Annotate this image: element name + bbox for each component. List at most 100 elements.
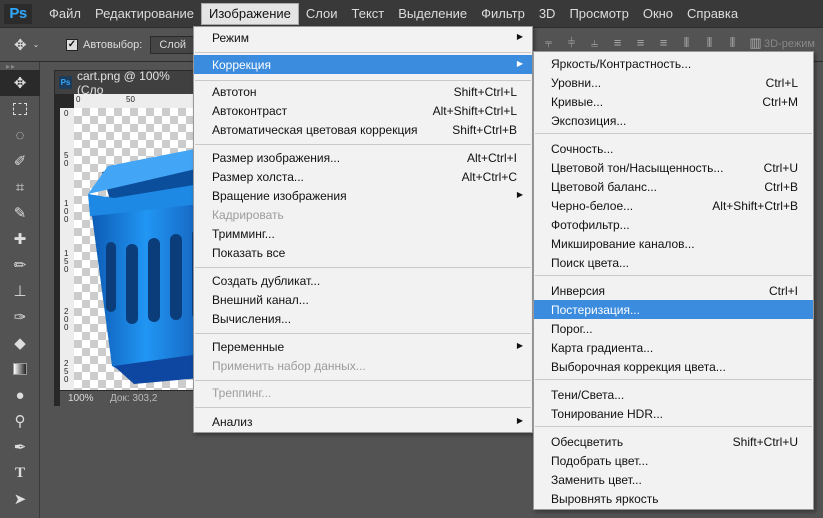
panel-grip[interactable]: ▸▸ [0, 62, 39, 71]
pen-tool-icon[interactable]: ✒ [0, 434, 40, 460]
menu-item-posterize[interactable]: Постеризация... [534, 300, 813, 319]
menu-item-duplicate[interactable]: Создать дубликат... [194, 271, 532, 290]
menu-item-curves[interactable]: Кривые... Ctrl+M [534, 92, 813, 111]
menu-item-levels[interactable]: Уровни... Ctrl+L [534, 73, 813, 92]
auto-select-checkbox[interactable]: ✓ [66, 38, 78, 51]
menu-item-exposure[interactable]: Экспозиция... [534, 111, 813, 130]
blur-tool-icon[interactable]: ● [0, 382, 40, 408]
menu-item-rotation[interactable]: Вращение изображения ▶ [194, 186, 532, 205]
menu-item-replace-color[interactable]: Заменить цвет... [534, 470, 813, 489]
menu-item-gradient-map[interactable]: Карта градиента... [534, 338, 813, 357]
distribute-right-icon[interactable]: ⦀ [724, 34, 741, 51]
menu-item-mode[interactable]: Режим ▶ [194, 28, 532, 47]
menu-item-canvas-size[interactable]: Размер холста... Alt+Ctrl+C [194, 167, 532, 186]
menu-layer[interactable]: Слои [299, 3, 345, 25]
align-icons: ⫧ ⫩ ⫨ ≡ ≡ ≡ ⦀ ⦀ ⦀ ▥ [540, 34, 764, 51]
menu-item-selective-color[interactable]: Выборочная коррекция цвета... [534, 357, 813, 376]
menu-item-auto-contrast[interactable]: Автоконтраст Alt+Shift+Ctrl+L [194, 101, 532, 120]
align-vcenter-icon[interactable]: ⫩ [563, 34, 580, 51]
ruler-vertical: 0 5 0 1 0 0 1 5 0 2 0 0 2 5 0 [60, 108, 74, 390]
menu-item-desaturate[interactable]: Обесцветить Shift+Ctrl+U [534, 432, 813, 451]
menu-item-analysis[interactable]: Анализ ▶ [194, 412, 532, 431]
move-tool-preset[interactable]: ✥ ⌄ [14, 34, 48, 56]
menu-item-black-white[interactable]: Черно-белое... Alt+Shift+Ctrl+B [534, 196, 813, 215]
menu-item-color-lookup[interactable]: Поиск цвета... [534, 253, 813, 272]
adjustments-submenu: Яркость/Контрастность... Уровни... Ctrl+L… [533, 51, 814, 510]
submenu-arrow-icon: ▶ [516, 416, 523, 425]
menu-help[interactable]: Справка [680, 3, 745, 25]
healing-brush-tool-icon[interactable]: ✚ [0, 226, 40, 252]
menu-item-threshold[interactable]: Порог... [534, 319, 813, 338]
zoom-level[interactable]: 100% [60, 393, 106, 404]
crop-tool-icon[interactable]: ⌗ [0, 174, 40, 200]
lasso-tool-icon[interactable]: ◌ [0, 122, 40, 148]
brush-tool-icon[interactable]: ✏ [0, 252, 40, 278]
move-tool-icon[interactable]: ✥ [0, 70, 40, 96]
document-size: Док: 303,2 [110, 393, 158, 404]
distribute-top-icon[interactable]: ≡ [609, 34, 626, 51]
path-selection-tool-icon[interactable]: ➤ [0, 486, 40, 512]
photoshop-logo: Ps [4, 3, 32, 24]
menu-view[interactable]: Просмотр [562, 3, 635, 25]
align-top-icon[interactable]: ⫧ [540, 34, 557, 51]
menu-item-auto-color[interactable]: Автоматическая цветовая коррекция Shift+C… [194, 120, 532, 139]
menu-separator [195, 267, 531, 268]
history-brush-tool-icon[interactable]: ✑ [0, 304, 40, 330]
image-canvas[interactable] [74, 108, 200, 390]
menu-item-hue-saturation[interactable]: Цветовой тон/Насыщенность... Ctrl+U [534, 158, 813, 177]
tools-panel: ▸▸ ✥ ◌ ✐ ⌗ ✎ ✚ ✏ ⊥ ✑ ◆ ● ⚲ ✒ T ➤ [0, 62, 40, 518]
distribute-vcenter-icon[interactable]: ≡ [632, 34, 649, 51]
gradient-tool-icon[interactable] [0, 356, 40, 382]
menu-item-apply-dataset: Применить набор данных... [212, 358, 366, 373]
menu-image[interactable]: Изображение [201, 2, 299, 25]
document-status-bar: 100% Док: 303,2 [60, 390, 200, 406]
menu-3d[interactable]: 3D [532, 3, 563, 25]
ps-file-icon: Ps [59, 76, 72, 89]
clone-stamp-tool-icon[interactable]: ⊥ [0, 278, 40, 304]
eyedropper-tool-icon[interactable]: ✎ [0, 200, 40, 226]
eraser-tool-icon[interactable]: ◆ [0, 330, 40, 356]
menu-separator [195, 80, 531, 81]
distribute-left-icon[interactable]: ⦀ [678, 34, 695, 51]
auto-align-icon[interactable]: ▥ [747, 34, 764, 51]
menu-item-brightness-contrast[interactable]: Яркость/Контрастность... [534, 54, 813, 73]
menu-item-auto-tone[interactable]: Автотон Shift+Ctrl+L [194, 82, 532, 101]
menu-item-reveal-all[interactable]: Показать все [194, 243, 532, 262]
menu-item-hdr-toning[interactable]: Тонирование HDR... [534, 404, 813, 423]
dodge-tool-icon[interactable]: ⚲ [0, 408, 40, 434]
menu-item-color-balance[interactable]: Цветовой баланс... Ctrl+B [534, 177, 813, 196]
distribute-bottom-icon[interactable]: ≡ [655, 34, 672, 51]
menu-filter[interactable]: Фильтр [474, 3, 532, 25]
menu-item-adjustments[interactable]: Коррекция ▶ [194, 55, 532, 74]
menu-item-trim[interactable]: Тримминг... [194, 224, 532, 243]
menu-item-match-color[interactable]: Подобрать цвет... [534, 451, 813, 470]
menu-edit[interactable]: Редактирование [88, 3, 201, 25]
marquee-tool-icon[interactable] [0, 96, 40, 122]
menu-type[interactable]: Текст [345, 3, 392, 25]
menu-select[interactable]: Выделение [391, 3, 474, 25]
menu-separator [535, 426, 812, 427]
align-bottom-icon[interactable]: ⫨ [586, 34, 603, 51]
menu-item-shadows-highlights[interactable]: Тени/Света... [534, 385, 813, 404]
type-tool-icon[interactable]: T [0, 460, 40, 486]
quick-selection-tool-icon[interactable]: ✐ [0, 148, 40, 174]
menu-item-variables[interactable]: Переменные ▶ [194, 337, 532, 356]
distribute-hcenter-icon[interactable]: ⦀ [701, 34, 718, 51]
menu-item-equalize[interactable]: Выровнять яркость [534, 489, 813, 508]
menu-item-photo-filter[interactable]: Фотофильтр... [534, 215, 813, 234]
menu-item-vibrance[interactable]: Сочность... [534, 139, 813, 158]
menu-window[interactable]: Окно [636, 3, 680, 25]
menu-separator [535, 275, 812, 276]
chevron-down-icon: ⌄ [32, 40, 40, 49]
menu-item-calculations[interactable]: Вычисления... [194, 309, 532, 328]
menu-item-invert[interactable]: Инверсия Ctrl+I [534, 281, 813, 300]
menu-item-apply-image[interactable]: Внешний канал... [194, 290, 532, 309]
document-title: cart.png @ 100% (Сло [76, 68, 170, 97]
menu-item-image-size[interactable]: Размер изображения... Alt+Ctrl+I [194, 148, 532, 167]
document-tab[interactable]: Ps cart.png @ 100% (Сло [54, 68, 200, 97]
menu-separator [195, 380, 531, 381]
menu-file[interactable]: Файл [42, 3, 88, 25]
menu-item-channel-mixer[interactable]: Микширование каналов... [534, 234, 813, 253]
submenu-arrow-icon: ▶ [516, 59, 523, 68]
auto-select-dropdown[interactable]: Слой [150, 35, 196, 54]
